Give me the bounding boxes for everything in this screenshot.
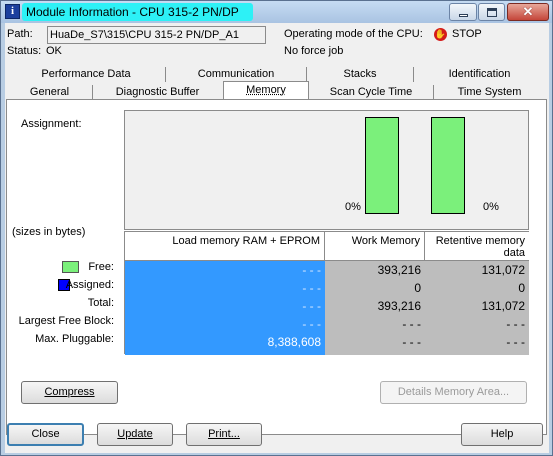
close-button[interactable]: Close — [7, 423, 84, 446]
operating-mode-label: Operating mode of the CPU: — [284, 28, 423, 40]
retentive-memory-used-percent: 0% — [483, 201, 499, 213]
update-button[interactable]: Update — [97, 423, 173, 446]
row-label-free: Free: — [88, 261, 114, 273]
retentive-memory-column: Retentive memory data 131,072 0 131,072 … — [425, 232, 529, 355]
load-memory-cells: - - - - - - - - - - - - 8,388,608 — [125, 261, 325, 355]
load-memory-column: Load memory RAM + EPROM - - - - - - - - … — [125, 232, 325, 355]
row-label-max-pluggable: Max. Pluggable: — [35, 333, 114, 345]
work-assigned-cell: 0 — [414, 281, 421, 295]
close-icon: ✕ — [522, 4, 534, 19]
load-largest-free-cell: - - - — [302, 317, 321, 331]
maximize-icon — [487, 8, 497, 17]
memory-table: Load memory RAM + EPROM - - - - - - - - … — [124, 231, 529, 355]
load-total-cell: - - - — [302, 299, 321, 313]
app-info-icon: i — [5, 4, 20, 19]
memory-tab-panel: Assignment: 0% 0% (sizes in bytes) Free:… — [6, 99, 547, 435]
dialog-client-area: Path: HuaDe_S7\315\CPU 315-2 PN/DP_A1 St… — [5, 23, 549, 453]
row-label-assigned: Assigned: — [65, 279, 114, 291]
retentive-memory-header: Retentive memory data — [425, 232, 529, 261]
maximize-button[interactable] — [478, 3, 505, 21]
row-label-largest-free-block: Largest Free Block: — [18, 315, 114, 327]
update-button-label: Update — [117, 428, 153, 440]
work-memory-column: Work Memory 393,216 0 393,216 - - - - - … — [325, 232, 425, 355]
help-button[interactable]: Help — [461, 423, 543, 446]
row-label-total: Total: — [87, 297, 114, 309]
retentive-memory-free-fill — [432, 118, 464, 213]
tab-memory-label: Memory — [246, 84, 286, 96]
print-button[interactable]: Print... — [186, 423, 262, 446]
close-window-button[interactable]: ✕ — [507, 3, 549, 21]
path-label: Path: — [7, 28, 33, 40]
assignment-label: Assignment: — [21, 118, 82, 130]
work-total-cell: 393,216 — [377, 299, 421, 313]
window-title: Module Information - CPU 315-2 PN/DP — [22, 3, 253, 21]
stop-icon: ✋ — [434, 28, 447, 41]
tab-identification[interactable]: Identification — [414, 66, 545, 83]
load-free-cell: - - - — [302, 263, 321, 277]
ret-assigned-cell: 0 — [518, 281, 525, 295]
tab-stacks[interactable]: Stacks — [307, 66, 413, 83]
module-information-window: i Module Information - CPU 315-2 PN/DP ✕… — [0, 0, 553, 456]
retentive-memory-bar — [431, 117, 465, 214]
ret-free-cell: 131,072 — [481, 263, 525, 277]
work-free-cell: 393,216 — [377, 263, 421, 277]
status-label: Status: — [7, 45, 42, 57]
status-value: OK — [46, 45, 62, 57]
compress-button-label: Compress — [44, 386, 95, 398]
sizes-in-bytes-label: (sizes in bytes) — [12, 226, 86, 238]
memory-assignment-chart: 0% 0% — [124, 110, 529, 230]
tab-performance-data[interactable]: Performance Data — [7, 66, 165, 83]
retentive-memory-cells: 131,072 0 131,072 - - - - - - — [425, 261, 529, 355]
load-max-pluggable-cell: 8,388,608 — [267, 335, 321, 349]
print-button-label: Print... — [208, 428, 240, 440]
title-bar[interactable]: i Module Information - CPU 315-2 PN/DP ✕ — [1, 1, 552, 23]
details-memory-area-button[interactable]: Details Memory Area... — [380, 381, 527, 404]
work-memory-cells: 393,216 0 393,216 - - - - - - — [325, 261, 425, 355]
operating-mode-value: STOP — [452, 28, 482, 40]
compress-button[interactable]: Compress — [21, 381, 118, 404]
ret-largest-free-cell: - - - — [506, 317, 525, 331]
ret-max-pluggable-cell: - - - — [506, 335, 525, 349]
path-field: HuaDe_S7\315\CPU 315-2 PN/DP_A1 — [47, 26, 266, 44]
minimize-button[interactable] — [449, 3, 477, 21]
work-largest-free-cell: - - - — [402, 317, 421, 331]
work-memory-bar — [365, 117, 399, 214]
minimize-icon — [459, 14, 468, 17]
force-job-status: No force job — [284, 45, 344, 57]
load-memory-header: Load memory RAM + EPROM — [125, 232, 325, 261]
work-max-pluggable-cell: - - - — [402, 335, 421, 349]
work-memory-header: Work Memory — [325, 232, 425, 261]
work-memory-free-fill — [366, 118, 398, 213]
tab-memory[interactable]: Memory — [223, 81, 309, 100]
free-legend-swatch — [62, 261, 79, 273]
load-assigned-cell: - - - — [302, 281, 321, 295]
work-memory-used-percent: 0% — [345, 201, 361, 213]
ret-total-cell: 131,072 — [481, 299, 525, 313]
